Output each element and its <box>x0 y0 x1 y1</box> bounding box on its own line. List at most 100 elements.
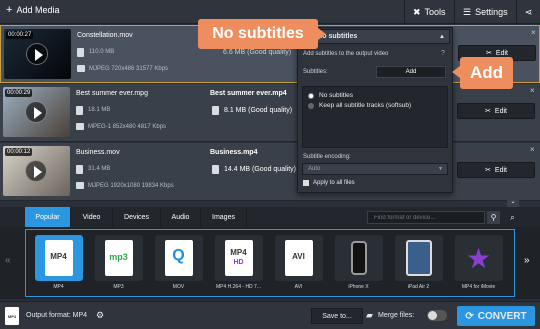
play-icon[interactable] <box>25 101 47 123</box>
convert-button[interactable]: ⟳ CONVERT <box>457 306 535 326</box>
bottom-bar: MP4 Output format: MP4 ⚙ Save to... ▰ Me… <box>0 301 540 329</box>
add-subtitles-button[interactable]: Add <box>376 66 446 78</box>
callout-arrow <box>318 28 326 40</box>
format-label: iPhone X <box>348 284 369 290</box>
file-info: MJPEG 1920x1080 19834 Kbps <box>88 183 174 189</box>
collapse-icon[interactable]: ⌄ <box>507 198 519 207</box>
format-iphone-x[interactable]: iPhone X <box>331 235 386 295</box>
close-icon[interactable]: × <box>530 86 535 95</box>
callout-label: Add <box>469 63 504 82</box>
add-label: Add <box>405 69 417 75</box>
tab-audio[interactable]: Audio <box>161 207 201 227</box>
option-label: Keep all subtitle tracks (softsub) <box>319 102 412 109</box>
tab-label: Images <box>212 213 235 221</box>
tools-button[interactable]: ✖ Tools <box>404 0 454 24</box>
scroll-left-icon[interactable]: « <box>5 255 11 266</box>
tab-images[interactable]: Images <box>201 207 247 227</box>
format-ipad-air-2[interactable]: iPad Air 2 <box>391 235 446 295</box>
save-to-label: Save to... <box>322 312 352 320</box>
share-icon[interactable]: ⋖ <box>516 0 540 24</box>
subtitles-label: Subtitles: <box>303 69 328 75</box>
thumbnail-2[interactable]: 00:00:29 <box>3 87 70 137</box>
avi-icon: AVI <box>274 235 323 281</box>
search-icon[interactable]: ⚲ <box>487 211 500 224</box>
play-icon[interactable] <box>25 160 47 182</box>
encoding-select[interactable]: Auto ▼ <box>302 163 448 175</box>
film-icon <box>77 65 85 72</box>
tools-icon: ✖ <box>413 6 421 17</box>
merge-files-label: Merge files: <box>378 312 415 319</box>
close-icon[interactable]: × <box>531 28 536 37</box>
output-name: Business.mp4 <box>210 149 258 156</box>
callout-add: Add <box>460 57 513 89</box>
encoding-label: Subtitle encoding: <box>303 154 351 160</box>
format-label: MP4 <box>53 284 64 290</box>
format-label: MP3 <box>113 284 124 290</box>
encoding-value: Auto <box>308 166 321 172</box>
format-mp4-imovie[interactable]: ★ MP4 for iMovie <box>451 235 506 295</box>
option-no-subtitles[interactable]: No subtitles <box>308 92 353 99</box>
edit-label: Edit <box>494 107 507 115</box>
plus-icon: + <box>6 3 13 16</box>
radio-selected-icon <box>308 92 314 99</box>
mp3-icon: mp3 <box>94 235 143 281</box>
add-media-button[interactable]: + Add Media <box>6 3 60 16</box>
file-info: MPEG-1 852x480 4817 Kbps <box>88 124 167 130</box>
output-size[interactable]: 8.1 MB (Good quality) <box>224 107 292 114</box>
option-keep-all-tracks[interactable]: Keep all subtitle tracks (softsub) <box>308 102 411 109</box>
output-size: 6.6 MB (Good quality) <box>223 49 292 56</box>
convert-label: CONVERT <box>477 310 527 322</box>
scroll-right-icon[interactable]: » <box>524 255 530 266</box>
mp4-icon: MP4 <box>34 235 83 281</box>
thumbnail-1[interactable]: 00:00:27 <box>4 29 71 79</box>
tab-devices[interactable]: Devices <box>113 207 161 227</box>
format-search-input[interactable] <box>367 211 485 224</box>
folder-icon[interactable]: ▰ <box>366 310 373 321</box>
duration-badge: 00:00:27 <box>6 31 34 39</box>
file-size: 31.4 MB <box>88 166 111 172</box>
help-icon[interactable]: ? <box>441 50 445 57</box>
edit-button[interactable]: ✂ Edit <box>457 103 535 119</box>
scissors-icon: ✂ <box>485 167 491 174</box>
tab-label: Devices <box>124 213 149 221</box>
scissors-icon: ✂ <box>485 108 491 115</box>
file-icon <box>76 165 83 174</box>
format-tabs-bar: Popular Video Devices Audio Images ⚲ ⌕ <box>0 207 540 227</box>
apply-all-label: Apply to all files <box>313 180 355 186</box>
format-label: MOV <box>172 284 185 290</box>
menu-icon: ☰ <box>463 6 472 17</box>
merge-files-toggle[interactable] <box>427 310 447 321</box>
radio-icon <box>308 102 314 109</box>
tab-popular[interactable]: Popular <box>25 207 71 227</box>
format-mp4-hd[interactable]: MP4 HD MP4 H.264 - HD 7... <box>211 235 266 295</box>
file-row-2[interactable]: 00:00:29 Best summer ever.mpg 18.1 MB MP… <box>0 84 540 142</box>
add-media-label: Add Media <box>16 5 60 15</box>
chevron-down-icon: ▲ <box>439 33 445 40</box>
app-window: + Add Media ✖ Tools ☰ Settings ⋖ 00:00:2… <box>0 0 540 329</box>
play-icon[interactable] <box>26 43 48 65</box>
settings-button[interactable]: ☰ Settings <box>454 0 516 24</box>
format-mov[interactable]: Q MOV <box>151 235 206 295</box>
format-mp4[interactable]: MP4 MP4 <box>31 235 86 295</box>
output-size[interactable]: 14.4 MB (Good quality) <box>224 166 296 173</box>
settings-label: Settings <box>475 7 508 17</box>
format-avi[interactable]: AVI AVI <box>271 235 326 295</box>
callout-arrow <box>452 66 460 78</box>
format-label: MP4 for iMovie <box>461 284 496 290</box>
device-detect-icon[interactable]: ⌕ <box>506 211 519 224</box>
format-strip: « » MP4 MP4 mp3 MP3 Q MOV MP4 HD MP4 H.264 - … <box>0 227 540 299</box>
tab-video[interactable]: Video <box>71 207 113 227</box>
tools-label: Tools <box>424 7 446 17</box>
apply-all-checkbox[interactable]: Apply to all files <box>303 180 355 186</box>
edit-label: Edit <box>494 166 507 174</box>
format-mp3[interactable]: mp3 MP3 <box>91 235 146 295</box>
tab-label: Audio <box>171 213 190 221</box>
file-row-3[interactable]: 00:00:12 Business.mov 31.4 MB MJPEG 1920… <box>0 143 540 201</box>
output-name: Best summer ever.mp4 <box>210 90 287 97</box>
thumbnail-3[interactable]: 00:00:12 <box>3 146 70 196</box>
save-to-button[interactable]: Save to... <box>311 308 363 324</box>
close-icon[interactable]: × <box>530 145 535 154</box>
gear-icon[interactable]: ⚙ <box>96 310 104 321</box>
convert-icon: ⟳ <box>465 310 474 322</box>
edit-button[interactable]: ✂ Edit <box>457 162 535 178</box>
